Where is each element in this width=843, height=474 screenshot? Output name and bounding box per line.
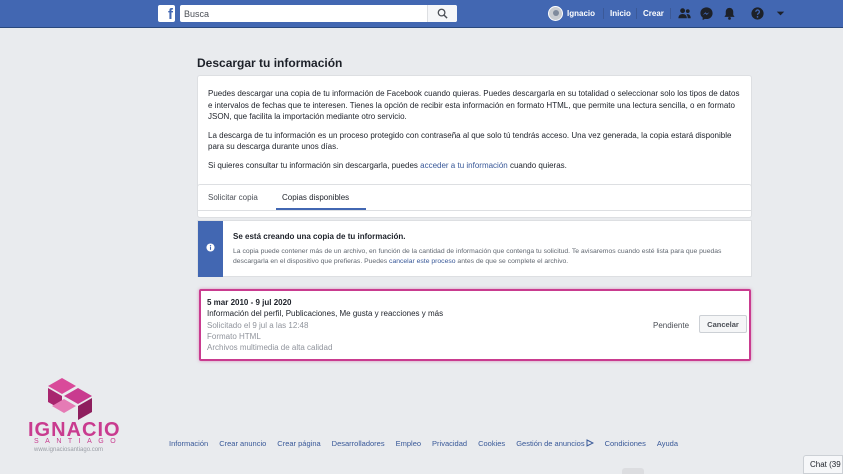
- active-tab-indicator: [276, 208, 366, 210]
- intro-paragraph: Si quieres consultar tu información sin …: [208, 160, 567, 170]
- nav-home-link[interactable]: Inicio: [610, 9, 631, 18]
- nav-divider: [636, 8, 637, 19]
- copy-format: Formato HTML: [207, 332, 261, 341]
- nav-divider: [670, 8, 671, 19]
- ignacio-santiago-logo-icon: [48, 378, 92, 420]
- tab-available-copies[interactable]: Copias disponibles: [282, 193, 349, 202]
- search-icon: [437, 8, 448, 19]
- cancel-button[interactable]: Cancelar: [699, 315, 747, 333]
- info-notice: Se está creando una copia de tu informac…: [197, 220, 752, 277]
- footer-link-help[interactable]: Ayuda: [657, 439, 678, 448]
- footer-link-create-page[interactable]: Crear página: [277, 439, 320, 448]
- tab-request-copy[interactable]: Solicitar copia: [208, 193, 258, 202]
- profile-link[interactable]: Ignacio: [548, 5, 595, 22]
- notice-title: Se está creando una copia de tu informac…: [233, 232, 406, 241]
- avatar: [548, 6, 563, 21]
- bottom-edge-artifact: [622, 468, 644, 474]
- watermark-subtitle: SANTIAGO: [34, 438, 123, 445]
- footer-link-developers[interactable]: Desarrolladores: [332, 439, 385, 448]
- copy-list-item: 5 mar 2010 - 9 jul 2020 Información del …: [199, 289, 751, 361]
- nav-create-link[interactable]: Crear: [643, 9, 664, 18]
- footer-link-cookies[interactable]: Cookies: [478, 439, 505, 448]
- friend-requests-icon[interactable]: [677, 6, 692, 21]
- footer-link-careers[interactable]: Empleo: [396, 439, 421, 448]
- notice-body: La copia puede contener más de un archiv…: [233, 248, 722, 265]
- watermark-url: www.ignaciosantiago.com: [34, 447, 104, 453]
- copy-requested-date: Solicitado el 9 jul a las 12:48: [207, 321, 309, 330]
- access-your-information-link[interactable]: acceder a tu información: [420, 161, 508, 170]
- notice-accent-bar: [198, 221, 223, 277]
- copy-date-range: 5 mar 2010 - 9 jul 2020: [207, 298, 292, 307]
- cancel-process-link[interactable]: cancelar este proceso: [389, 258, 456, 265]
- search-button[interactable]: [427, 5, 457, 22]
- chat-sidebar-toggle[interactable]: Chat (39: [803, 455, 843, 474]
- tabs-bar: Solicitar copia Copias disponibles: [197, 184, 752, 211]
- info-icon: [206, 243, 215, 252]
- facebook-logo-icon[interactable]: f: [158, 5, 175, 23]
- intro-paragraph: Puedes descargar una copia de tu informa…: [208, 89, 740, 121]
- intro-paragraph: La descarga de tu información es un proc…: [208, 130, 732, 152]
- ad-choices-icon: [586, 439, 594, 447]
- profile-name: Ignacio: [567, 9, 596, 18]
- footer-links: Información Crear anuncio Crear página D…: [169, 439, 678, 448]
- copy-content-summary: Información del perfil, Publicaciones, M…: [207, 309, 444, 318]
- footer-link-terms[interactable]: Condiciones: [605, 439, 646, 448]
- footer-link-information[interactable]: Información: [169, 439, 208, 448]
- footer-link-privacy[interactable]: Privacidad: [432, 439, 467, 448]
- top-navigation-bar: f Ignacio Inicio Crear: [0, 0, 843, 28]
- search-input[interactable]: [184, 6, 424, 21]
- notifications-bell-icon[interactable]: [722, 6, 737, 21]
- footer-link-ad-choices[interactable]: Gestión de anuncios: [516, 439, 594, 448]
- help-question-icon[interactable]: [750, 6, 765, 21]
- messenger-icon[interactable]: [699, 6, 714, 21]
- watermark-logo: IGNACIO SANTIAGO www.ignaciosantiago.com: [12, 376, 132, 456]
- footer-link-create-ad[interactable]: Crear anuncio: [219, 439, 266, 448]
- search-box: [180, 5, 457, 22]
- nav-divider: [603, 8, 604, 19]
- account-menu-chevron-down-icon[interactable]: [773, 6, 788, 21]
- page-title: Descargar tu información: [197, 56, 343, 70]
- copy-media-quality: Archivos multimedia de alta calidad: [207, 343, 333, 352]
- status-badge: Pendiente: [653, 321, 690, 330]
